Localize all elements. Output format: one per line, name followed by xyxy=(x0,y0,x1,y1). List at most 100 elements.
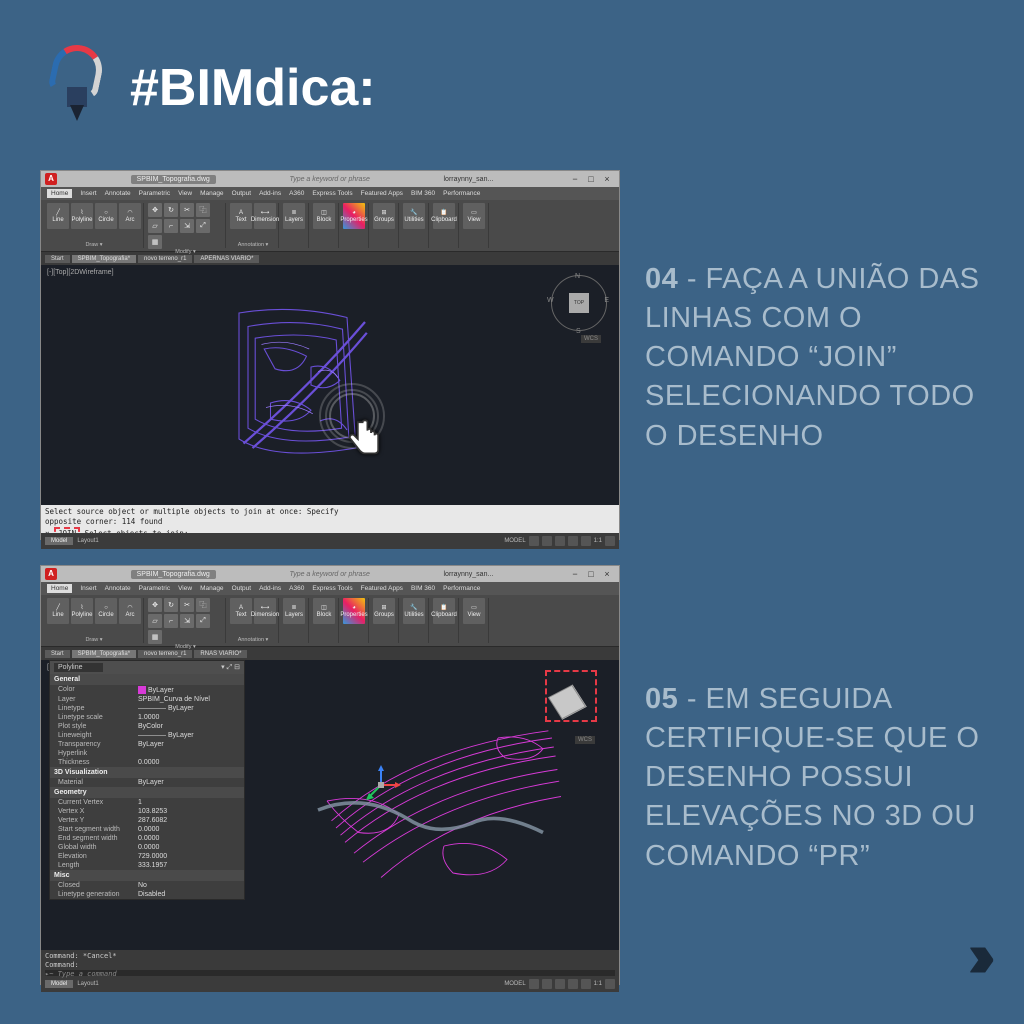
palette-controls[interactable]: ▾ ⤢ ⊟ xyxy=(221,663,240,672)
property-row[interactable]: ClosedNo xyxy=(50,881,244,890)
property-row[interactable]: ColorByLayer xyxy=(50,685,244,695)
search-box[interactable]: Type a keyword or phrase xyxy=(289,571,369,578)
stretch-icon[interactable]: ⇲ xyxy=(180,219,194,233)
property-row[interactable]: Vertex Y287.6082 xyxy=(50,816,244,825)
gear-icon[interactable] xyxy=(605,536,615,546)
object-type-selector[interactable]: Polyline xyxy=(54,663,103,672)
tool-dimension[interactable]: ⟷Dimension xyxy=(254,598,276,624)
tool-circle[interactable]: ○Circle xyxy=(95,598,117,624)
tab-doc-active[interactable]: SPBIM_Topografia* xyxy=(72,255,136,263)
panel-label-draw[interactable]: Draw ▾ xyxy=(47,637,141,643)
tab-performance[interactable]: Performance xyxy=(443,190,480,197)
section-geometry[interactable]: Geometry xyxy=(50,787,244,798)
move-icon[interactable]: ✥ xyxy=(148,598,162,612)
status-model-label[interactable]: MODEL xyxy=(504,538,525,544)
drawing-canvas[interactable]: [-][Top][2DWireframe] TOP N E S W WCS xyxy=(41,265,619,505)
layout-tab[interactable]: Layout1 xyxy=(77,981,98,987)
section-general[interactable]: General xyxy=(50,674,244,685)
tab-addins[interactable]: Add-ins xyxy=(259,585,281,592)
tab-doc-2[interactable]: novo terreno_r1 xyxy=(138,255,192,263)
viewport-label[interactable]: [-][Top][2DWireframe] xyxy=(47,269,114,276)
tab-manage[interactable]: Manage xyxy=(200,585,224,592)
tab-doc-3[interactable]: RNAS VIARIO* xyxy=(194,650,247,658)
tab-a360[interactable]: A360 xyxy=(289,585,304,592)
scale-icon[interactable]: ⤢ xyxy=(196,614,210,628)
window-buttons[interactable]: −□× xyxy=(567,174,615,184)
tab-parametric[interactable]: Parametric xyxy=(139,585,170,592)
property-value[interactable]: 0.0000 xyxy=(138,759,244,766)
tool-block[interactable]: ◫Block xyxy=(313,203,335,229)
tab-manage[interactable]: Manage xyxy=(200,190,224,197)
property-value[interactable]: 333.1957 xyxy=(138,862,244,869)
panel-label-draw[interactable]: Draw ▾ xyxy=(47,242,141,248)
polar-icon[interactable] xyxy=(568,979,578,989)
copy-icon[interactable]: ⿻ xyxy=(196,598,210,612)
fillet-icon[interactable]: ⌐ xyxy=(164,219,178,233)
tool-properties[interactable]: ◕Properties xyxy=(343,598,365,624)
search-box[interactable]: Type a keyword or phrase xyxy=(289,176,369,183)
tab-home[interactable]: Home xyxy=(47,584,72,593)
property-value[interactable]: 103.8253 xyxy=(138,808,244,815)
tool-line[interactable]: ╱Line xyxy=(47,203,69,229)
property-row[interactable]: Length333.1957 xyxy=(50,861,244,870)
property-value[interactable]: No xyxy=(138,882,244,889)
tool-utilities[interactable]: 🔧Utilities xyxy=(403,598,425,624)
tab-view[interactable]: View xyxy=(178,585,192,592)
property-row[interactable]: Global width0.0000 xyxy=(50,843,244,852)
property-value[interactable]: 0.0000 xyxy=(138,844,244,851)
property-row[interactable]: Elevation729.0000 xyxy=(50,852,244,861)
move-icon[interactable]: ✥ xyxy=(148,203,162,217)
property-value[interactable]: 287.6082 xyxy=(138,817,244,824)
grid-icon[interactable] xyxy=(529,979,539,989)
property-row[interactable]: TransparencyByLayer xyxy=(50,740,244,749)
tab-doc-3[interactable]: APERNAS VIARIO* xyxy=(194,255,259,263)
property-row[interactable]: End segment width0.0000 xyxy=(50,834,244,843)
gear-icon[interactable] xyxy=(605,979,615,989)
tool-clipboard[interactable]: 📋Clipboard xyxy=(433,203,455,229)
property-value[interactable]: SPBIM_Curva de Nível xyxy=(138,696,244,703)
viewcube[interactable]: TOP N E S W xyxy=(551,275,607,331)
layout-tab[interactable]: Layout1 xyxy=(77,538,98,544)
property-value[interactable] xyxy=(138,750,244,757)
command-line[interactable]: Command: *Cancel* Command: ▸~ Type a com… xyxy=(41,950,619,976)
property-value[interactable]: ———— ByLayer xyxy=(138,705,244,712)
viewcube-top-face[interactable]: TOP xyxy=(569,293,589,313)
tab-output[interactable]: Output xyxy=(232,190,252,197)
tab-annotate[interactable]: Annotate xyxy=(105,190,131,197)
tab-parametric[interactable]: Parametric xyxy=(139,190,170,197)
tab-start[interactable]: Start xyxy=(45,650,70,658)
tab-insert[interactable]: Insert xyxy=(80,585,96,592)
property-value[interactable]: 1.0000 xyxy=(138,714,244,721)
rotate-icon[interactable]: ↻ xyxy=(164,598,178,612)
tab-addins[interactable]: Add-ins xyxy=(259,190,281,197)
stretch-icon[interactable]: ⇲ xyxy=(180,614,194,628)
trim-icon[interactable]: ✂ xyxy=(180,598,194,612)
tab-bim360[interactable]: BIM 360 xyxy=(411,190,435,197)
osnap-icon[interactable] xyxy=(581,536,591,546)
property-row[interactable]: Linetype———— ByLayer xyxy=(50,704,244,713)
status-model-label[interactable]: MODEL xyxy=(504,981,525,987)
property-row[interactable]: Lineweight———— ByLayer xyxy=(50,731,244,740)
tool-view[interactable]: ▭View xyxy=(463,203,485,229)
tool-block[interactable]: ◫Block xyxy=(313,598,335,624)
next-page-icon[interactable]: ›› xyxy=(967,918,982,992)
document-tabs[interactable]: Start SPBIM_Topografia* novo terreno_r1 … xyxy=(41,252,619,265)
tool-polyline[interactable]: ⌇Polyline xyxy=(71,598,93,624)
property-row[interactable]: Hyperlink xyxy=(50,749,244,758)
ribbon-tabs[interactable]: Home Insert Annotate Parametric View Man… xyxy=(41,582,619,595)
tab-featured[interactable]: Featured Apps xyxy=(361,585,403,592)
mirror-icon[interactable]: ▱ xyxy=(148,614,162,628)
fillet-icon[interactable]: ⌐ xyxy=(164,614,178,628)
tab-express[interactable]: Express Tools xyxy=(312,190,352,197)
array-icon[interactable]: ▦ xyxy=(148,235,162,249)
trim-icon[interactable]: ✂ xyxy=(180,203,194,217)
property-value[interactable]: ———— ByLayer xyxy=(138,732,244,739)
scale-label[interactable]: 1:1 xyxy=(594,981,602,987)
tool-line[interactable]: ╱Line xyxy=(47,598,69,624)
property-value[interactable]: ByLayer xyxy=(138,686,244,694)
section-misc[interactable]: Misc xyxy=(50,870,244,881)
copy-icon[interactable]: ⿻ xyxy=(196,203,210,217)
tab-performance[interactable]: Performance xyxy=(443,585,480,592)
tool-groups[interactable]: ⊞Groups xyxy=(373,598,395,624)
polar-icon[interactable] xyxy=(568,536,578,546)
